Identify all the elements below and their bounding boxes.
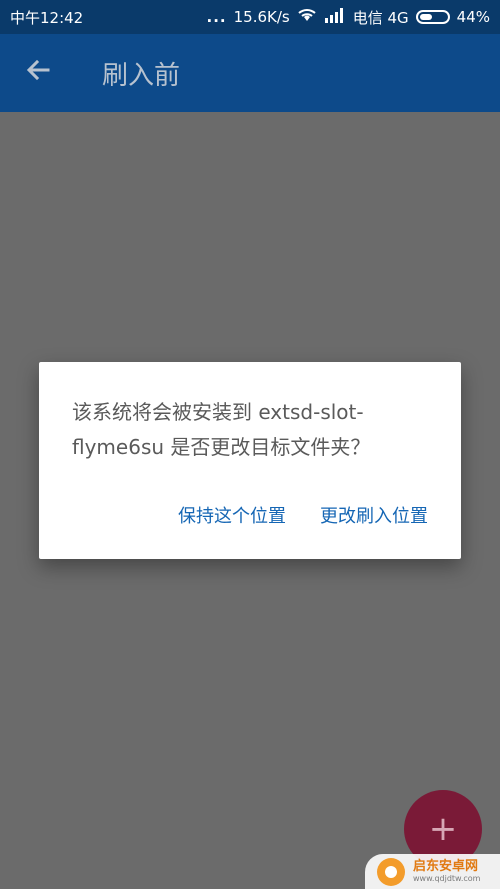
more-icon: ... <box>206 8 227 26</box>
app-bar: 刷入前 <box>0 34 500 112</box>
change-location-button[interactable]: 更改刷入位置 <box>320 502 428 528</box>
status-bar: 中午12:42 ... 15.6K/s 电信 4G 44% <box>0 0 500 34</box>
wifi-icon <box>297 7 317 27</box>
network-speed: 15.6K/s <box>233 8 290 26</box>
watermark-logo-icon <box>377 857 405 886</box>
plus-icon: + <box>428 809 458 849</box>
status-time: 中午12:42 <box>10 8 84 27</box>
watermark-text: 启东安卓网 www.qdjdtw.com <box>413 858 481 884</box>
dialog-actions: 保持这个位置 更改刷入位置 <box>178 502 428 528</box>
back-arrow-icon[interactable] <box>2 56 74 91</box>
dialog-message: 该系统将会被安装到 extsd-slot-flyme6su 是否更改目标文件夹？ <box>72 400 371 459</box>
page-title: 刷入前 <box>102 60 181 91</box>
carrier-label: 电信 4G <box>352 8 409 27</box>
install-location-dialog: 该系统将会被安装到 extsd-slot-flyme6su 是否更改目标文件夹？… <box>39 362 461 559</box>
site-watermark: 启东安卓网 www.qdjdtw.com <box>365 854 500 889</box>
signal-icon <box>324 7 346 27</box>
status-right-group: ... 15.6K/s 电信 4G 44% <box>206 7 490 28</box>
keep-location-button[interactable]: 保持这个位置 <box>178 502 286 528</box>
watermark-url: www.qdjdtw.com <box>413 873 481 883</box>
battery-icon <box>415 10 450 24</box>
watermark-name: 启东安卓网 <box>413 858 479 874</box>
battery-percentage: 44% <box>456 8 490 26</box>
